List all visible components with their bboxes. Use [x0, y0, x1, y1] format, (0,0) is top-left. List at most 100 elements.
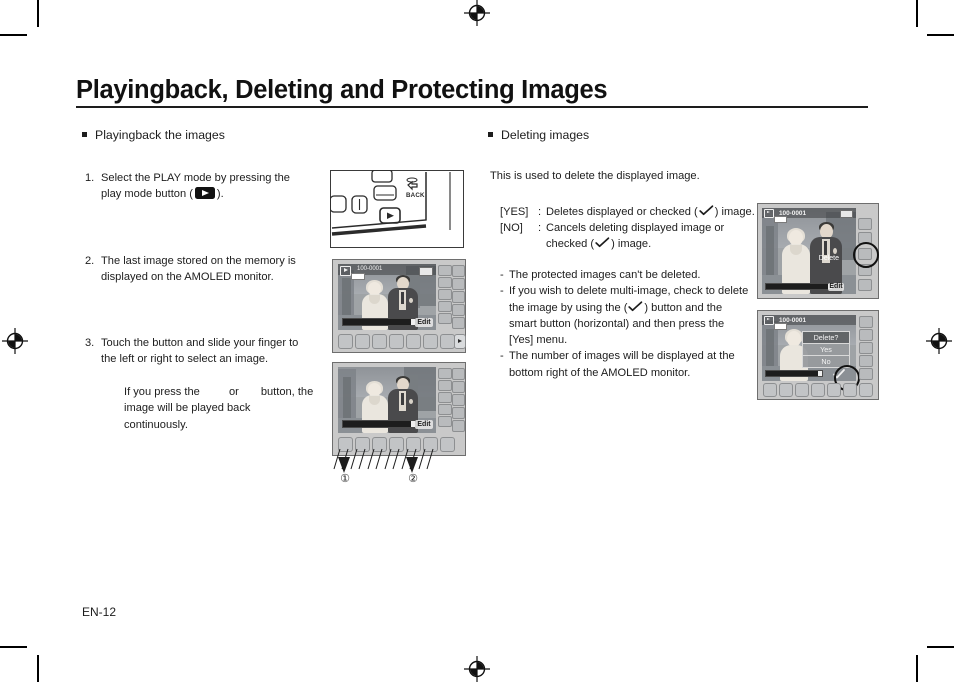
step-1-number: 1.	[85, 172, 95, 184]
step-2-number: 2.	[85, 255, 95, 267]
lcd-bottom-button-play[interactable]	[454, 334, 466, 349]
lcd-side-button-extra-5[interactable]	[452, 317, 465, 329]
lcd-bottom-button-1[interactable]	[338, 334, 353, 349]
crop-mark-bottom-right-h	[927, 646, 954, 648]
definition-continuation-after: ) image.	[611, 238, 652, 250]
lcd-side-icon-camera[interactable]	[438, 265, 452, 276]
section-heading-playingback: Playingback the images	[82, 128, 225, 142]
definition-yes-colon: :	[538, 206, 542, 218]
lcd-side-button-extra-2[interactable]	[452, 278, 465, 290]
lcd-bottom-button-e6[interactable]	[843, 383, 857, 397]
crop-mark-top-left-v	[37, 0, 39, 27]
lcd-side-button-extra[interactable]	[452, 265, 465, 277]
lcd-bottom-button-e3[interactable]	[795, 383, 809, 397]
lcd-bottom-button-3[interactable]	[372, 334, 387, 349]
page-title: Playingback, Deleting and Protecting Ima…	[76, 76, 608, 104]
step-3-note-middle: or	[228, 386, 239, 398]
edit-button-2[interactable]: Edit	[415, 420, 433, 429]
lcd-side-icon-rotate-2[interactable]	[438, 404, 452, 415]
battery-icon-3	[774, 323, 787, 330]
lcd-side-icon-camera-2[interactable]	[438, 368, 452, 379]
playback-mode-icon-2	[764, 209, 774, 218]
lcd-bottom-button-e2[interactable]	[779, 383, 793, 397]
callout-number-1: ①	[340, 473, 350, 485]
lcd-side-icon-protect[interactable]	[438, 277, 452, 288]
lcd-side-button-d1[interactable]	[859, 316, 873, 328]
lcd-side-icon-protect-2[interactable]	[438, 380, 452, 391]
image-slider[interactable]	[342, 318, 416, 326]
registration-mark-right	[926, 328, 952, 354]
note-item-2-icon-before: the image by using the (	[509, 301, 628, 314]
image-slider-4[interactable]	[765, 370, 823, 377]
lcd-side-button-d5[interactable]	[859, 368, 873, 380]
crop-mark-top-right-v	[916, 0, 918, 27]
step-3-number: 3.	[85, 337, 95, 349]
image-slider-3[interactable]	[765, 283, 833, 290]
lcd-side-button-b1[interactable]	[452, 368, 465, 380]
edit-button[interactable]: Edit	[415, 318, 433, 327]
playback-mode-icon	[340, 265, 351, 276]
check-icon-2	[595, 237, 610, 248]
definition-no-key: [NO]	[500, 222, 523, 234]
lcd-side-icon-camera-3[interactable]	[858, 218, 872, 230]
definition-yes-text-after: ) image.	[714, 206, 755, 218]
lcd-side-icon-edit[interactable]	[438, 313, 452, 324]
lcd-bottom-button-6[interactable]	[423, 334, 438, 349]
battery-icon-2	[774, 216, 787, 223]
bullet-square-icon-2	[488, 132, 493, 137]
definition-no-text-before: Cancels deleting displayed image or	[546, 222, 725, 234]
lcd-side-button-b2[interactable]	[452, 381, 465, 393]
lcd-side-icon-delete[interactable]	[438, 289, 452, 300]
step-3-note-before: If you press the	[124, 386, 200, 398]
crop-mark-top-left-h	[0, 34, 27, 36]
lcd-side-button-d4[interactable]	[859, 355, 873, 367]
lcd-bottom-button-e4[interactable]	[811, 383, 825, 397]
title-underline	[76, 106, 868, 108]
crop-mark-bottom-right-v	[916, 655, 918, 682]
step-2-text: The last image stored on the memory is d…	[101, 255, 296, 284]
lcd-screen-2: Edit	[338, 367, 436, 433]
lcd-screen-3: 100-0001 Delete Edit	[762, 208, 856, 294]
lcd-side-button-extra-4[interactable]	[452, 304, 465, 316]
note-item-2-line4: menu.	[536, 334, 568, 347]
lcd-side-button-d2[interactable]	[859, 329, 873, 341]
play-mode-icon	[194, 187, 215, 200]
camera-back-illustration: BACK	[330, 170, 464, 248]
lcd-side-button-b5[interactable]	[452, 420, 465, 432]
lcd-bottom-button-5[interactable]	[406, 334, 421, 349]
bullet-square-icon	[82, 132, 87, 137]
lcd-side-button-d3[interactable]	[859, 342, 873, 354]
lcd-side-button-b4[interactable]	[452, 407, 465, 419]
note-item-2: If you wish to delete multi-image, check…	[500, 283, 750, 348]
lcd-bottom-button-2[interactable]	[355, 334, 370, 349]
lcd-side-icon-edit-3[interactable]	[858, 279, 872, 291]
battery-icon	[351, 273, 365, 280]
delete-tooltip-label: Delete	[818, 255, 839, 262]
lcd-screen: 100-0001 Edit	[338, 264, 436, 330]
step-1-text-after: ).	[216, 188, 224, 201]
section-heading-playingback-label: Playingback the images	[95, 128, 225, 142]
definition-continuation-before: checked (	[546, 238, 595, 250]
image-slider-2[interactable]	[342, 420, 416, 428]
lcd-bottom-button-7[interactable]	[440, 334, 455, 349]
edit-button-3[interactable]: Edit	[828, 283, 844, 291]
step-1: 1. Select the PLAY mode by pressing the …	[85, 170, 300, 203]
lcd-bottom-button-4[interactable]	[389, 334, 404, 349]
delete-dialog: Delete? Yes No	[802, 331, 850, 368]
lcd-bottom-button-e5[interactable]	[827, 383, 841, 397]
lcd-side-button-b3[interactable]	[452, 394, 465, 406]
definition-no-continuation: checked ( ) image.	[546, 236, 651, 252]
lcd-side-icon-rotate[interactable]	[438, 301, 452, 312]
lcd-bottom-button-e1[interactable]	[763, 383, 777, 397]
page-number: EN-12	[82, 605, 117, 619]
manual-page: Playingback, Deleting and Protecting Ima…	[0, 0, 954, 682]
definition-yes-text-before: Deletes displayed or checked (	[546, 206, 698, 218]
lcd-side-icon-delete-2[interactable]	[438, 392, 452, 403]
note-item-1: The protected images can't be deleted.	[500, 267, 750, 284]
note-item-3-line1: The number of images will be displayed a…	[509, 350, 735, 363]
lcd-side-button-extra-3[interactable]	[452, 291, 465, 303]
back-label: BACK	[406, 192, 425, 199]
definition-no-colon: :	[538, 222, 542, 234]
lcd-bottom-button-e7[interactable]	[859, 383, 873, 397]
lcd-side-icon-edit-2[interactable]	[438, 416, 452, 427]
